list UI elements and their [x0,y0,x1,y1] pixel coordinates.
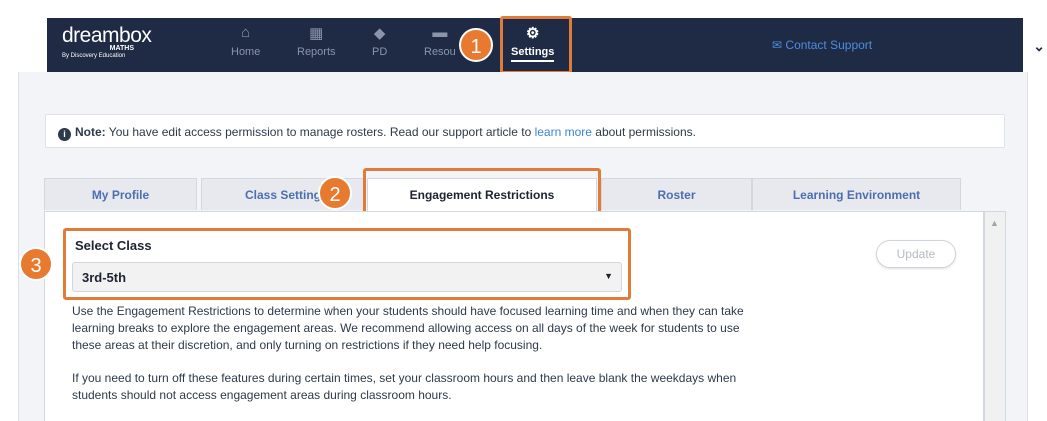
scroll-up-icon[interactable]: ▲ [990,218,999,228]
update-button[interactable]: Update [876,240,956,268]
tab-learning-environment[interactable]: Learning Environment [752,178,961,210]
tab-roster[interactable]: Roster [601,178,752,210]
callout-number-1: 1 [459,28,493,62]
nav-reports-label: Reports [297,46,336,58]
nav-home[interactable]: ⌂ Home [231,24,260,58]
engagement-description: Use the Engagement Restrictions to deter… [72,304,744,352]
callout-box-settings [500,16,572,74]
info-icon: i [58,128,71,141]
callout-box-select-class [63,228,631,300]
panel-scrollbar[interactable]: ▲ [984,211,1006,421]
nav-pd-label: PD [372,46,388,58]
contact-support-label: Contact Support [785,38,873,52]
callout-box-engagement-tab [363,168,601,215]
classroom-hours-description: If you need to turn off these features d… [72,371,737,402]
chevron-down-icon[interactable]: ⌄ [1033,38,1045,55]
note-bold: Note: [75,125,106,139]
tab-my-profile[interactable]: My Profile [44,178,197,210]
home-icon: ⌂ [241,24,251,41]
nav-home-label: Home [231,46,261,58]
nav-resources[interactable]: ▬ Resou [424,24,456,58]
learn-more-link[interactable]: learn more [535,125,592,139]
brand-by: By Discovery Education [62,53,126,59]
nav-resources-label: Resou [424,46,456,58]
nav-reports[interactable]: ▦ Reports [297,24,336,58]
graduation-cap-icon: ◆ [373,25,386,42]
note-text-before: You have edit access permission to manag… [105,125,535,139]
nav-pd[interactable]: ◆ PD [372,24,387,58]
dreambox-logo[interactable]: dreambox MATHS By Discovery Education [62,24,172,59]
briefcase-icon: ▬ [432,24,448,41]
callout-number-3: 3 [19,247,53,281]
mail-icon: ✉ [772,38,783,52]
note-text-after: about permissions. [591,125,696,139]
callout-number-2: 2 [318,176,352,210]
permission-note: i Note: You have edit access permission t… [45,114,1005,148]
grid-icon: ▦ [309,25,324,42]
nav-left-edge [0,18,47,72]
contact-support-link[interactable]: ✉ Contact Support [772,38,872,52]
